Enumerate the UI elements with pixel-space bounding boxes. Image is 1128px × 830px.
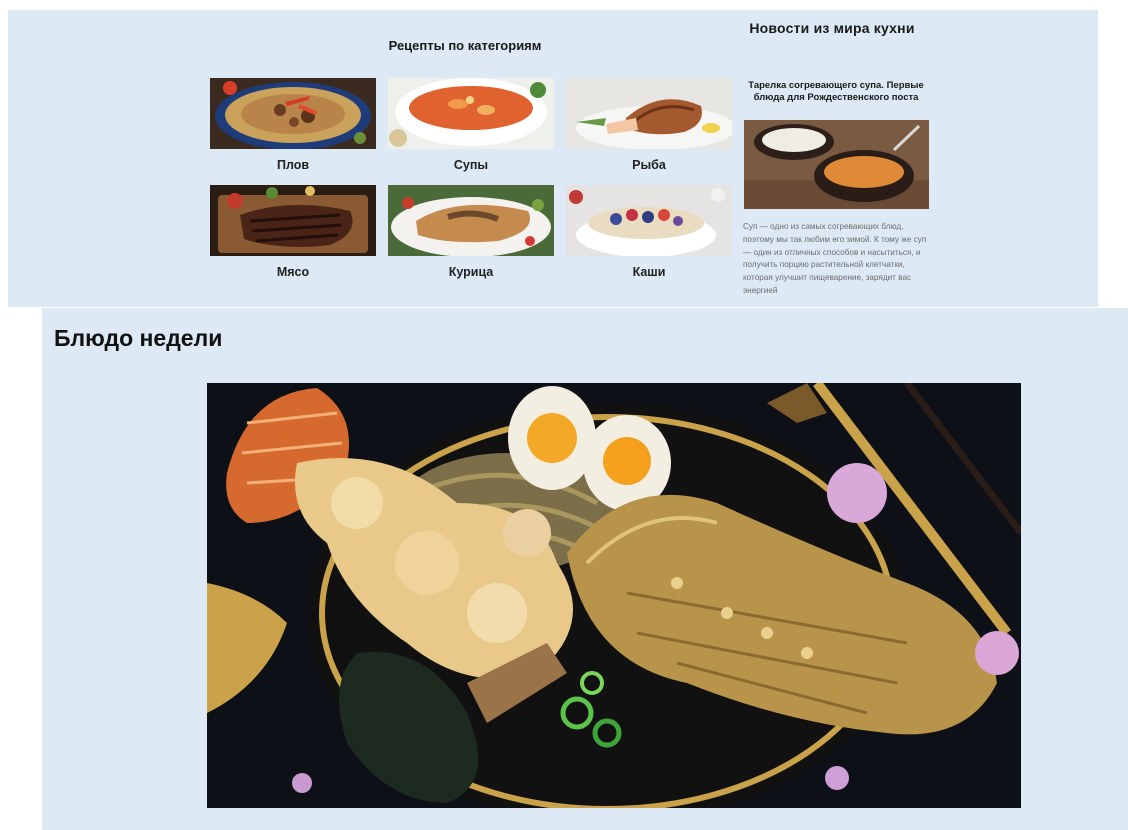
dish-of-the-week-title: Блюдо недели: [54, 325, 223, 351]
categories-section-title: Рецепты по категориям: [388, 38, 542, 53]
plov-image[interactable]: [210, 78, 376, 149]
dish-of-the-week-section: Блюдо недели: [42, 308, 1128, 830]
category-label[interactable]: Каши: [566, 265, 732, 279]
dish-of-the-week-image[interactable]: [207, 383, 1021, 808]
category-tile-soups[interactable]: Супы: [388, 78, 554, 182]
kasha-image[interactable]: [566, 185, 732, 256]
meat-image[interactable]: [210, 185, 376, 256]
category-tile-chicken[interactable]: Курица: [388, 185, 554, 289]
category-label[interactable]: Плов: [210, 158, 376, 172]
fish-image[interactable]: [566, 78, 732, 149]
recipes-news-section: Новости из мира кухни Рецепты по категор…: [8, 10, 1098, 307]
category-label[interactable]: Курица: [388, 265, 554, 279]
category-tile-plov[interactable]: Плов: [210, 78, 376, 182]
category-tile-meat[interactable]: Мясо: [210, 185, 376, 289]
news-excerpt: Суп — одно из самых согревающих блюд, по…: [743, 222, 927, 295]
category-label[interactable]: Супы: [388, 158, 554, 172]
soups-image[interactable]: [388, 78, 554, 149]
chicken-image[interactable]: [388, 185, 554, 256]
category-tile-fish[interactable]: Рыба: [566, 78, 732, 182]
category-label[interactable]: Мясо: [210, 265, 376, 279]
news-headline-link[interactable]: Тарелка согревающего супа. Первые блюда …: [742, 80, 930, 103]
news-image[interactable]: [744, 120, 929, 209]
news-section-title: Новости из мира кухни: [749, 20, 915, 36]
category-tile-kasha[interactable]: Каши: [566, 185, 732, 289]
category-label[interactable]: Рыба: [566, 158, 732, 172]
